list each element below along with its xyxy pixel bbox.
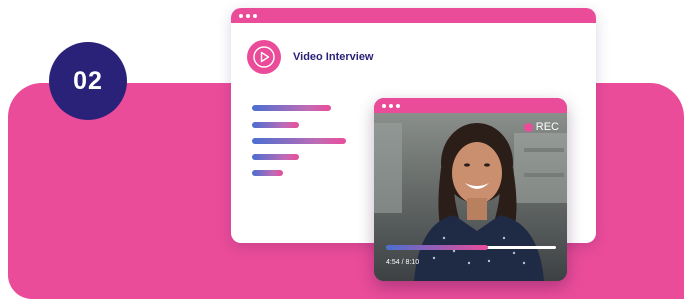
window-dot — [253, 13, 257, 18]
window-dot — [246, 13, 250, 18]
video-frame[interactable]: REC 4:54 / 8:10 — [374, 113, 567, 281]
video-player-window: REC 4:54 / 8:10 — [374, 98, 567, 281]
text-line-placeholder — [252, 170, 283, 176]
progress-fill — [386, 245, 488, 250]
step-number-badge: 02 — [49, 42, 127, 120]
progress-track[interactable] — [386, 245, 556, 250]
window-dot — [382, 103, 386, 108]
record-dot-icon — [523, 122, 533, 132]
window-dot — [239, 13, 243, 18]
browser-titlebar — [231, 8, 596, 23]
timecode: 4:54 / 8:10 — [386, 259, 420, 266]
text-line-placeholder — [252, 154, 299, 160]
play-icon[interactable] — [247, 40, 281, 74]
video-interview-title: Video Interview — [293, 51, 374, 63]
window-dot — [396, 103, 400, 108]
text-line-placeholder — [252, 105, 331, 111]
video-titlebar — [374, 98, 567, 113]
video-interview-header: Video Interview — [247, 40, 374, 74]
recording-indicator: REC — [523, 121, 559, 133]
text-line-placeholder — [252, 138, 346, 144]
window-dot — [389, 103, 393, 108]
text-line-placeholder — [252, 122, 299, 128]
rec-label: REC — [535, 121, 559, 133]
interviewee-image — [374, 123, 567, 281]
